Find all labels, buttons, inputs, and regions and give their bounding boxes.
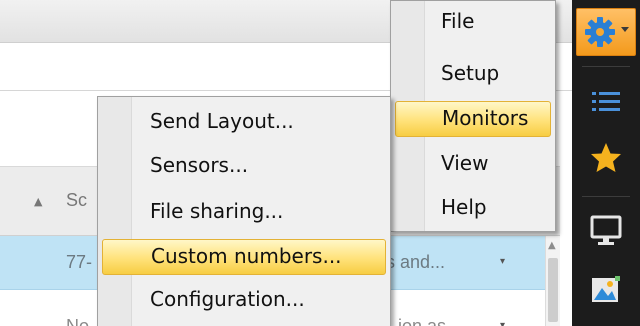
menu-item-label: Help [441, 195, 487, 219]
menu-item-label: View [441, 151, 489, 175]
star-icon[interactable] [588, 140, 624, 176]
menu-item-label: Sensors... [150, 153, 249, 177]
chevron-down-icon[interactable]: ▾ [500, 256, 505, 267]
settings-menu-button[interactable] [576, 8, 636, 56]
table-cell: s and... [386, 252, 446, 272]
sort-ascending-icon[interactable]: ▲ [34, 195, 42, 208]
sidebar-divider [582, 66, 630, 67]
menu-item-view[interactable]: View [395, 147, 551, 183]
monitor-icon[interactable] [588, 212, 624, 248]
menu-item-label: Monitors [442, 106, 529, 130]
table-cell: ion as [398, 316, 447, 326]
menu-item-label: Setup [441, 61, 500, 85]
scrollbar-thumb[interactable] [548, 258, 558, 322]
menu-item-file[interactable]: File [395, 5, 551, 41]
image-icon[interactable] [588, 272, 624, 308]
menu-item-help[interactable]: Help [395, 191, 551, 227]
menu-item-label: Custom numbers... [151, 244, 342, 268]
gear-icon [585, 17, 615, 47]
scroll-up-icon[interactable]: ▲ [548, 240, 556, 251]
chevron-down-icon [621, 27, 629, 32]
menu-item-monitors[interactable]: Monitors [395, 101, 551, 137]
table-cell: No [66, 316, 90, 326]
list-icon[interactable] [588, 84, 624, 120]
menu-item-label: File [441, 9, 475, 33]
vertical-scrollbar[interactable]: ▲ [545, 236, 560, 326]
submenu-item-custom-numbers[interactable]: Custom numbers... [102, 239, 386, 275]
menu-item-label: Send Layout... [150, 109, 294, 133]
sidebar-divider [582, 196, 630, 197]
settings-dropdown-menu: File Setup Monitors View Help [390, 0, 556, 232]
menu-item-label: File sharing... [150, 199, 284, 223]
submenu-item-file-sharing[interactable]: File sharing... [102, 195, 386, 231]
submenu-item-sensors[interactable]: Sensors... [102, 149, 386, 185]
menu-item-label: Configuration... [150, 287, 305, 311]
submenu-item-send-layout[interactable]: Send Layout... [102, 105, 386, 141]
column-header[interactable]: Sc [66, 190, 87, 211]
monitors-submenu: Send Layout... Sensors... File sharing..… [97, 96, 391, 326]
chevron-down-icon[interactable]: ▾ [500, 320, 505, 326]
submenu-item-configuration[interactable]: Configuration... [102, 283, 386, 319]
table-cell: 77- [66, 252, 93, 272]
menu-item-setup[interactable]: Setup [395, 57, 551, 93]
right-sidebar [572, 0, 640, 326]
